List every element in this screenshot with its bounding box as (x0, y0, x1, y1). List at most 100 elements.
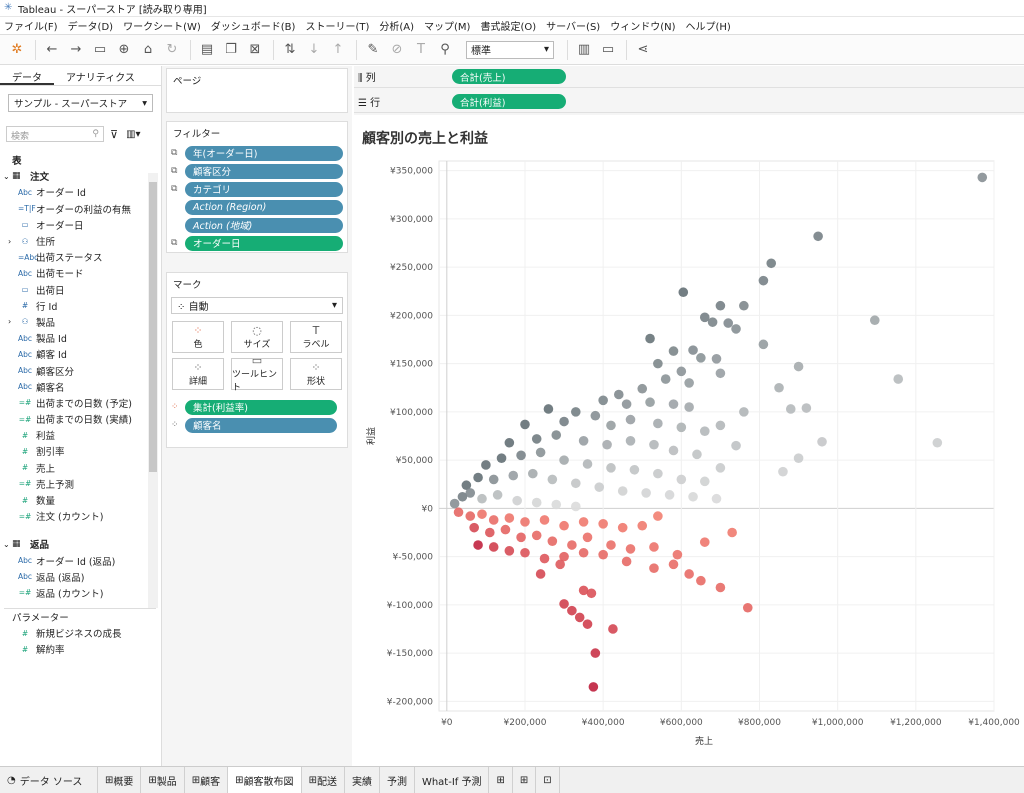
refresh-icon[interactable]: ↻ (161, 39, 183, 61)
menu-dashboard[interactable]: ダッシュボード(B) (211, 18, 296, 33)
data-point[interactable] (469, 522, 479, 533)
data-point[interactable] (649, 563, 659, 573)
data-point[interactable] (617, 522, 628, 533)
data-point[interactable] (588, 682, 599, 692)
data-point[interactable] (766, 258, 777, 269)
data-point[interactable] (932, 437, 943, 448)
data-point[interactable] (699, 476, 710, 487)
data-point[interactable] (785, 404, 796, 414)
field-item[interactable]: =# 出荷までの日数 (予定) (0, 395, 148, 411)
menu-help[interactable]: ヘルプ(H) (686, 18, 731, 33)
data-point[interactable] (531, 434, 542, 444)
data-point[interactable] (817, 436, 827, 447)
data-point[interactable] (793, 453, 804, 463)
data-point[interactable] (742, 602, 753, 613)
data-point[interactable] (547, 474, 558, 485)
data-point[interactable] (688, 345, 698, 355)
data-point[interactable] (520, 547, 530, 558)
field-item[interactable]: # 売上 (0, 460, 148, 476)
data-point[interactable] (559, 599, 569, 609)
duplicate-sheet-icon[interactable]: ❐ (220, 39, 242, 61)
data-point[interactable] (668, 559, 679, 570)
detail-button[interactable]: ⁘ 詳細 (172, 358, 224, 390)
sheet-tab[interactable]: ⊞ 概要 (98, 766, 142, 793)
filters-card[interactable]: フィルター ⧉ 年(オーダー日) ⧉ 顧客区分 ⧉ カテゴリ Action (Region)… (166, 121, 348, 253)
data-point[interactable] (582, 459, 593, 469)
data-point[interactable] (645, 333, 655, 344)
data-point[interactable] (715, 582, 726, 593)
data-point[interactable] (531, 497, 542, 508)
field-item[interactable]: =# 売上予測 (0, 476, 148, 492)
field-item[interactable]: # 割引率 (0, 443, 148, 459)
data-point[interactable] (477, 509, 487, 519)
field-item[interactable]: =# 返品 (カウント) (0, 585, 148, 601)
data-point[interactable] (606, 540, 616, 550)
data-point[interactable] (531, 530, 542, 541)
data-point[interactable] (528, 468, 538, 479)
data-point[interactable] (699, 426, 710, 436)
data-point[interactable] (668, 399, 679, 409)
data-point[interactable] (676, 366, 687, 377)
data-point[interactable] (774, 382, 784, 393)
clear-sheet-icon[interactable]: ⊠ (244, 39, 266, 61)
data-point[interactable] (559, 520, 569, 531)
data-point[interactable] (711, 354, 722, 364)
menu-format[interactable]: 書式設定(O) (480, 18, 536, 33)
sheet-tab[interactable]: What-If 予測 (415, 766, 490, 793)
menu-map[interactable]: マップ(M) (424, 18, 470, 33)
data-point[interactable] (473, 472, 483, 483)
fit-select[interactable]: 標準 ▾ (466, 40, 554, 59)
data-point[interactable] (496, 453, 507, 463)
data-point[interactable] (653, 418, 663, 429)
data-point[interactable] (613, 389, 624, 400)
data-point[interactable] (520, 517, 530, 527)
data-point[interactable] (778, 466, 788, 477)
data-point[interactable] (598, 519, 608, 529)
menu-server[interactable]: サーバー(S) (546, 18, 600, 33)
field-item[interactable]: › ⚇ 製品 (0, 314, 148, 330)
share-icon[interactable]: ⋖ (632, 39, 654, 61)
data-point[interactable] (594, 482, 605, 492)
data-point[interactable] (649, 542, 659, 552)
data-point[interactable] (488, 474, 499, 485)
data-point[interactable] (535, 447, 546, 458)
field-item[interactable]: =Abc 出荷ステータス (0, 249, 148, 265)
data-point[interactable] (504, 513, 515, 523)
save-icon[interactable]: ▭ (89, 39, 111, 61)
data-point[interactable] (664, 490, 675, 500)
data-point[interactable] (696, 353, 706, 363)
sheet-tab[interactable]: ⊞ 配送 (302, 766, 345, 793)
data-point[interactable] (621, 399, 632, 409)
data-point[interactable] (977, 172, 988, 183)
data-point[interactable] (516, 450, 526, 461)
data-point[interactable] (590, 410, 601, 421)
field-item[interactable]: › ⚇ 住所 (0, 233, 148, 249)
tab-data[interactable]: データ (0, 66, 54, 85)
data-point[interactable] (645, 397, 655, 408)
sort-ascending-icon[interactable]: ↓ (303, 39, 325, 61)
field-item[interactable]: ▭ オーダー日 (0, 217, 148, 233)
chevron-right-icon[interactable]: › (8, 237, 16, 246)
data-point[interactable] (641, 488, 651, 498)
data-point[interactable] (520, 419, 530, 430)
data-point[interactable] (500, 524, 511, 535)
field-item[interactable]: Abc オーダー Id (0, 184, 148, 200)
group-icon[interactable]: ⊘ (386, 39, 408, 61)
data-point[interactable] (488, 542, 499, 552)
data-point[interactable] (684, 378, 694, 388)
field-item[interactable]: Abc 顧客区分 (0, 362, 148, 378)
sheet-tab[interactable]: ⊞ 製品 (141, 766, 185, 793)
data-point[interactable] (598, 395, 608, 406)
filter-pill[interactable]: 年(オーダー日) (185, 145, 343, 161)
data-point[interactable] (692, 449, 702, 460)
new-datasource-icon[interactable]: ⊕ (113, 39, 135, 61)
data-point[interactable] (559, 416, 569, 427)
field-item[interactable]: =# 出荷までの日数 (実績) (0, 411, 148, 427)
tab-datasource[interactable]: ◔ データ ソース (0, 766, 98, 793)
param-item[interactable]: # 解約率 (0, 641, 160, 657)
data-point[interactable] (668, 346, 679, 356)
sheet-tab[interactable]: 予測 (380, 766, 415, 793)
data-point[interactable] (570, 407, 581, 417)
field-item[interactable]: Abc 顧客名 (0, 379, 148, 395)
data-point[interactable] (582, 619, 593, 629)
